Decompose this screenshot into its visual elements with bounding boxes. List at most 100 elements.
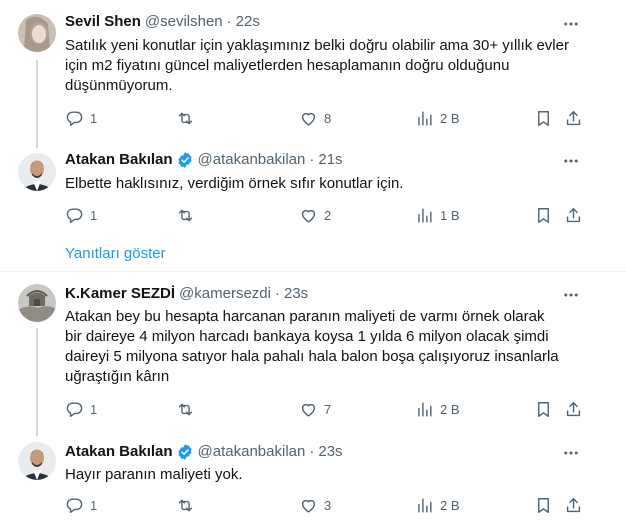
reply-count: 1: [90, 207, 98, 223]
like-button[interactable]: 7: [299, 397, 331, 421]
views-icon: [415, 496, 434, 515]
views-icon: [415, 109, 434, 128]
share-button[interactable]: [564, 203, 583, 227]
views-icon: [415, 400, 434, 419]
action-bar: 1 7 2 B: [60, 397, 590, 421]
retweet-icon: [176, 109, 195, 128]
tweet-text-line: düşünmüyorum.: [65, 77, 173, 94]
like-count: 7: [324, 401, 332, 417]
bookmark-icon: [534, 496, 553, 515]
share-icon: [564, 109, 583, 128]
separator-dot: ·: [274, 285, 280, 302]
tweet[interactable]: K.Kamer SEZDİ @kamersezdi · 23s Atakan b…: [0, 272, 626, 432]
more-icon[interactable]: [562, 444, 580, 462]
views-icon: [415, 206, 434, 225]
more-icon[interactable]: [562, 286, 580, 304]
more-icon[interactable]: [562, 152, 580, 170]
tweet-text-line: daireyi 5 milyona satıyor hala pahalı ha…: [65, 348, 559, 365]
timestamp[interactable]: 23s: [284, 284, 308, 304]
retweet-button[interactable]: [176, 493, 195, 517]
like-button[interactable]: 3: [299, 493, 331, 517]
avatar[interactable]: [18, 442, 56, 480]
bookmark-icon: [534, 109, 553, 128]
author-name[interactable]: Atakan Bakılan: [65, 442, 173, 462]
reply-button[interactable]: 1: [65, 203, 97, 227]
retweet-button[interactable]: [176, 106, 195, 130]
like-icon: [299, 206, 318, 225]
tweet-text-line: bir daireye 4 milyon harcadı bankaya koy…: [65, 328, 549, 345]
reply-icon: [65, 496, 84, 515]
timestamp[interactable]: 21s: [318, 150, 342, 170]
timestamp[interactable]: 23s: [318, 442, 342, 462]
show-replies-link[interactable]: Yanıtları göster: [65, 244, 166, 264]
author-handle[interactable]: @atakanbakilan: [198, 150, 306, 170]
timestamp[interactable]: 22s: [236, 12, 260, 32]
separator-dot: ·: [309, 443, 315, 460]
verified-badge-icon: [176, 151, 194, 169]
like-icon: [299, 109, 318, 128]
reply-button[interactable]: 1: [65, 397, 97, 421]
author-name[interactable]: K.Kamer SEZDİ: [65, 284, 175, 304]
tweet-text-line: Satılık yeni konutlar için yaklaşımınız …: [65, 37, 569, 54]
tweet-text-line: uğraştığın kârın: [65, 368, 170, 385]
share-button[interactable]: [564, 106, 583, 130]
like-icon: [299, 496, 318, 515]
share-icon: [564, 206, 583, 225]
tweet-text: Satılık yeni konutlar için yaklaşımınız …: [65, 36, 585, 96]
reply-icon: [65, 400, 84, 419]
bookmark-icon: [534, 206, 553, 225]
separator-dot: ·: [309, 151, 315, 168]
tweet-text: Atakan bey bu hesapta harcanan paranın m…: [65, 307, 585, 387]
retweet-icon: [176, 496, 195, 515]
avatar[interactable]: [18, 14, 56, 52]
tweet-text-line: Atakan bey bu hesapta harcanan paranın m…: [65, 308, 545, 325]
reply-button[interactable]: 1: [65, 493, 97, 517]
reply-icon: [65, 109, 84, 128]
share-button[interactable]: [564, 493, 583, 517]
like-icon: [299, 400, 318, 419]
views-button[interactable]: 2 B: [415, 397, 460, 421]
author-name[interactable]: Sevil Shen: [65, 12, 141, 32]
like-button[interactable]: 2: [299, 203, 331, 227]
tweet[interactable]: Sevil Shen @sevilshen · 22s Satılık yeni…: [0, 0, 626, 140]
like-button[interactable]: 8: [299, 106, 331, 130]
like-count: 8: [324, 110, 332, 126]
views-button[interactable]: 1 B: [415, 203, 460, 227]
reply-button[interactable]: 1: [65, 106, 97, 130]
avatar[interactable]: [18, 284, 56, 322]
verified-badge-icon: [176, 443, 194, 461]
action-bar: 1 8 2 B: [60, 106, 590, 130]
separator-dot: ·: [226, 13, 232, 30]
bookmark-button[interactable]: [534, 106, 553, 130]
author-handle[interactable]: @sevilshen: [145, 12, 223, 32]
more-icon[interactable]: [562, 15, 580, 33]
share-button[interactable]: [564, 397, 583, 421]
author-handle[interactable]: @atakanbakilan: [198, 442, 306, 462]
like-count: 3: [324, 497, 332, 513]
views-count: 2 B: [440, 497, 460, 513]
like-count: 2: [324, 207, 332, 223]
tweet[interactable]: Atakan Bakılan @atakanbakilan · 21s Elbe…: [0, 140, 626, 240]
retweet-button[interactable]: [176, 203, 195, 227]
bookmark-icon: [534, 400, 553, 419]
views-button[interactable]: 2 B: [415, 106, 460, 130]
author-name[interactable]: Atakan Bakılan: [65, 150, 173, 170]
views-count: 2 B: [440, 401, 460, 417]
views-button[interactable]: 2 B: [415, 493, 460, 517]
author-handle[interactable]: @kamersezdi: [179, 284, 271, 304]
bookmark-button[interactable]: [534, 397, 553, 421]
reply-icon: [65, 206, 84, 225]
bookmark-button[interactable]: [534, 203, 553, 227]
views-count: 2 B: [440, 110, 460, 126]
reply-count: 1: [90, 110, 98, 126]
views-count: 1 B: [440, 207, 460, 223]
tweet-text-line: Hayır paranın maliyeti yok.: [65, 466, 243, 483]
retweet-icon: [176, 206, 195, 225]
action-bar: 1 2 1 B: [60, 203, 590, 227]
tweet[interactable]: Atakan Bakılan @atakanbakilan · 23s Hayı…: [0, 432, 626, 523]
share-icon: [564, 400, 583, 419]
avatar[interactable]: [18, 153, 56, 191]
bookmark-button[interactable]: [534, 493, 553, 517]
retweet-button[interactable]: [176, 397, 195, 421]
tweet-text-line: Elbette haklısınız, verdiğim örnek sıfır…: [65, 175, 404, 192]
